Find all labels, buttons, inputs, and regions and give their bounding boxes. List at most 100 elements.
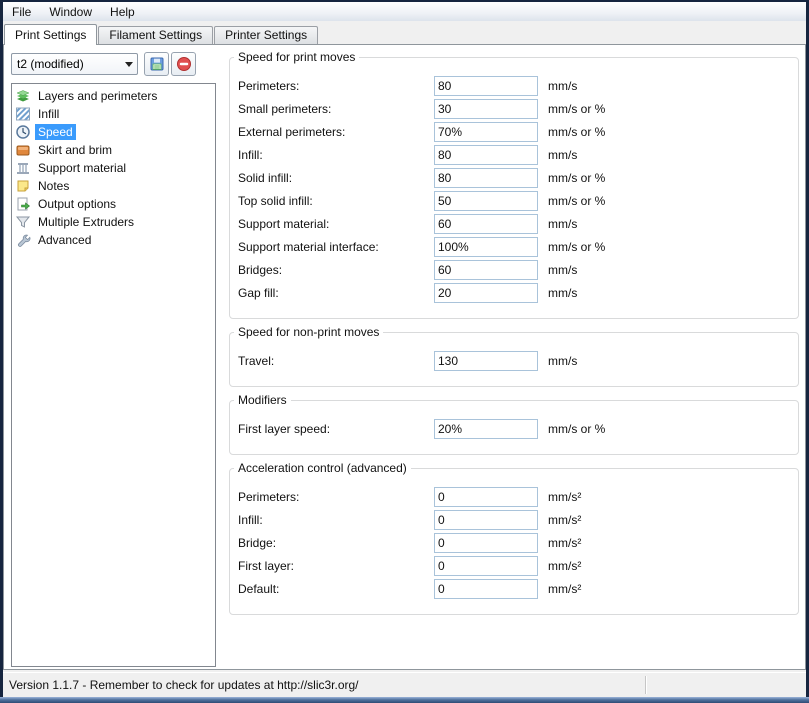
unit-label: mm/s [536,286,790,300]
input-infill[interactable] [434,145,538,165]
input-perimeters[interactable] [434,487,538,507]
field-label: Support material: [238,217,434,231]
sidebar-item-label: Speed [35,124,76,140]
field-label: Small perimeters: [238,102,434,116]
sidebar-item-output-options[interactable]: Output options [12,195,215,213]
setting-row-solid-infill: Solid infill:mm/s or % [238,166,790,189]
sidebar-item-label: Skirt and brim [35,142,115,158]
input-external-perimeters[interactable] [434,122,538,142]
sidebar-item-speed[interactable]: Speed [12,123,215,141]
setting-row-perimeters: Perimeters:mm/s [238,74,790,97]
save-preset-button[interactable] [144,52,169,76]
unit-label: mm/s² [536,490,790,504]
print-settings-panel: t2 (modified) Layers and perimetersInfil… [3,44,806,670]
field-label: Bridges: [238,263,434,277]
settings-main: Speed for print movesPerimeters:mm/sSmal… [229,57,799,628]
setting-row-support-material: Support material: mm/s [238,212,790,235]
sidebar-item-label: Layers and perimeters [35,88,160,104]
setting-row-bridges: Bridges: mm/s [238,258,790,281]
setting-row-infill: Infill: mm/s [238,143,790,166]
tab-filament-settings[interactable]: Filament Settings [98,26,213,44]
output-icon [15,196,31,212]
unit-label: mm/s [536,354,790,368]
window-bottom-border [0,697,809,703]
input-perimeters[interactable] [434,76,538,96]
unit-label: mm/s or % [536,422,790,436]
infill-icon [15,106,31,122]
section-speed-for-non-print-moves: Speed for non-print movesTravel:mm/s [229,332,799,387]
input-travel[interactable] [434,351,538,371]
field-label: External perimeters: [238,125,434,139]
section-modifiers: ModifiersFirst layer speed:mm/s or % [229,400,799,455]
menu-file[interactable]: File [3,2,40,21]
delete-preset-button[interactable] [171,52,196,76]
input-bridge[interactable] [434,533,538,553]
unit-label: mm/s [536,79,790,93]
sidebar-item-advanced[interactable]: Advanced [12,231,215,249]
field-label: First layer: [238,559,434,573]
input-top-solid-infill[interactable] [434,191,538,211]
input-support-material-interface[interactable] [434,237,538,257]
field-label: Infill: [238,148,434,162]
sidebar-item-skirt-and-brim[interactable]: Skirt and brim [12,141,215,159]
setting-row-first-layer-speed: First layer speed: mm/s or % [238,417,790,440]
unit-label: mm/s² [536,513,790,527]
unit-label: mm/s or % [536,194,790,208]
field-label: Solid infill: [238,171,434,185]
field-label: Travel: [238,354,434,368]
tab-printer-settings[interactable]: Printer Settings [214,26,318,44]
section-title: Speed for non-print moves [234,325,383,339]
setting-row-gap-fill: Gap fill: mm/s [238,281,790,304]
sidebar-item-infill[interactable]: Infill [12,105,215,123]
status-bar: Version 1.1.7 - Remember to check for up… [3,672,806,697]
setting-row-default: Default:mm/s² [238,577,790,600]
sidebar-item-label: Multiple Extruders [35,214,137,230]
field-label: Support material interface: [238,240,434,254]
setting-row-first-layer: First layer: mm/s² [238,554,790,577]
sidebar-item-layers-and-perimeters[interactable]: Layers and perimeters [12,87,215,105]
sidebar-item-support-material[interactable]: Support material [12,159,215,177]
sidebar-item-multiple-extruders[interactable]: Multiple Extruders [12,213,215,231]
field-label: First layer speed: [238,422,434,436]
input-gap-fill[interactable] [434,283,538,303]
notes-icon [15,178,31,194]
menu-help[interactable]: Help [101,2,144,21]
advanced-icon [15,232,31,248]
setting-row-travel: Travel: mm/s [238,349,790,372]
sidebar-item-notes[interactable]: Notes [12,177,215,195]
input-first-layer-speed[interactable] [434,419,538,439]
section-speed-for-print-moves: Speed for print movesPerimeters:mm/sSmal… [229,57,799,319]
unit-label: mm/s [536,148,790,162]
input-solid-infill[interactable] [434,168,538,188]
extruders-icon [15,214,31,230]
menu-window[interactable]: Window [40,2,101,21]
field-label: Bridge: [238,536,434,550]
section-title: Speed for print moves [234,50,359,64]
preset-dropdown[interactable]: t2 (modified) [11,53,138,75]
setting-row-infill: Infill:mm/s² [238,508,790,531]
input-default[interactable] [434,579,538,599]
tab-strip: Print SettingsFilament SettingsPrinter S… [3,22,806,44]
setting-row-perimeters: Perimeters: mm/s² [238,485,790,508]
section-acceleration-control-advanced: Acceleration control (advanced)Perimeter… [229,468,799,615]
setting-row-small-perimeters: Small perimeters:mm/s or % [238,97,790,120]
input-infill[interactable] [434,510,538,530]
input-first-layer[interactable] [434,556,538,576]
preset-value: t2 (modified) [17,57,121,71]
input-small-perimeters[interactable] [434,99,538,119]
unit-label: mm/s² [536,559,790,573]
speed-icon [15,124,31,140]
field-label: Gap fill: [238,286,434,300]
unit-label: mm/s [536,217,790,231]
sidebar-item-label: Output options [35,196,119,212]
layers-icon [15,88,31,104]
input-bridges[interactable] [434,260,538,280]
unit-label: mm/s or % [536,240,790,254]
setting-row-bridge: Bridge:mm/s² [238,531,790,554]
input-support-material[interactable] [434,214,538,234]
status-bar-separator [645,676,647,694]
unit-label: mm/s² [536,582,790,596]
field-label: Perimeters: [238,490,434,504]
unit-label: mm/s [536,263,790,277]
tab-print-settings[interactable]: Print Settings [4,24,97,45]
